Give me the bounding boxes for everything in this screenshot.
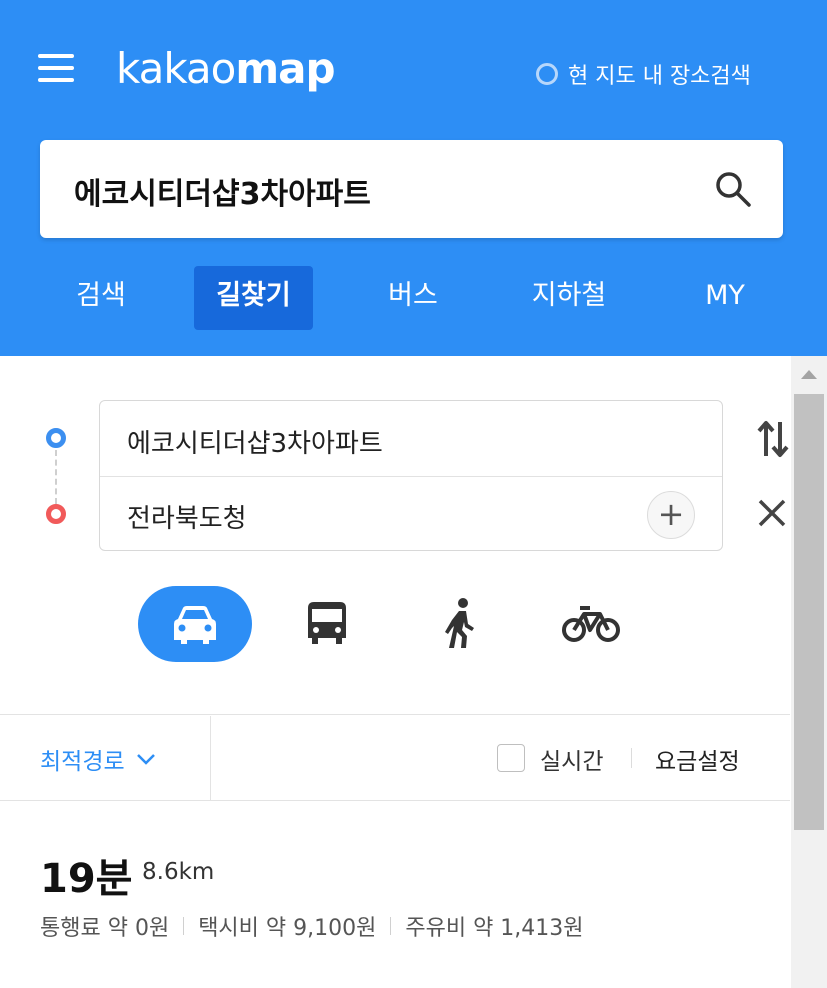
scroll-up-arrow-icon[interactable]	[791, 364, 827, 388]
tab-my[interactable]: MY	[686, 266, 764, 330]
logo-light-text: kakao	[116, 44, 236, 93]
destination-marker-icon	[46, 504, 66, 524]
transport-modes	[0, 586, 790, 666]
taxi-cost: 택시비 약 9,100원	[198, 916, 377, 941]
destination-text[interactable]: 전라북도청	[127, 498, 247, 535]
divider-bottom	[0, 800, 790, 801]
origin-field[interactable]: 에코시티더샵3차아파트	[100, 401, 722, 477]
toll-cost: 통행료 약 0원	[40, 916, 170, 941]
divider-top	[0, 714, 790, 715]
scrollbar-thumb[interactable]	[794, 394, 824, 830]
fuel-cost: 주유비 약 1,413원	[405, 916, 584, 941]
swap-route-icon[interactable]	[756, 418, 790, 460]
scrollbar[interactable]	[791, 356, 827, 988]
route-options-bar: 최적경로 실시간 요금설정	[0, 716, 790, 800]
tab-search[interactable]: 검색	[60, 266, 142, 330]
tab-directions[interactable]: 길찾기	[194, 266, 313, 330]
route-costs: 통행료 약 0원 택시비 약 9,100원 주유비 약 1,413원	[40, 910, 584, 942]
realtime-label[interactable]: 실시간	[540, 742, 603, 776]
kakaomap-logo[interactable]: kakaomap	[116, 44, 336, 93]
best-route-dropdown[interactable]: 최적경로	[40, 742, 157, 776]
main-tabs: 검색 길찾기 버스 지하철 MY	[0, 266, 827, 332]
travel-distance: 8.6km	[142, 859, 215, 885]
bike-icon	[562, 606, 620, 642]
area-search-label: 현 지도 내 장소검색	[568, 64, 751, 89]
search-box[interactable]: 에코시티더샵3차아파트	[40, 140, 783, 238]
realtime-checkbox[interactable]	[497, 744, 525, 772]
mode-bike-button[interactable]	[560, 586, 622, 662]
mode-bus-button[interactable]	[300, 586, 354, 662]
add-waypoint-button[interactable]: +	[647, 491, 695, 539]
options-separator	[631, 748, 632, 768]
destination-field[interactable]: 전라북도청 +	[100, 476, 722, 551]
route-dashed-line	[55, 450, 57, 504]
best-route-label: 최적경로	[40, 749, 125, 775]
route-markers	[45, 428, 67, 528]
car-icon	[174, 606, 216, 644]
travel-time: 19분	[40, 856, 133, 902]
search-icon[interactable]	[713, 169, 753, 209]
search-input[interactable]: 에코시티더샵3차아파트	[74, 169, 371, 213]
hamburger-menu-icon[interactable]	[38, 54, 74, 84]
close-icon[interactable]	[757, 498, 787, 528]
tab-subway[interactable]: 지하철	[515, 266, 623, 330]
route-input-box: 에코시티더샵3차아파트 전라북도청 +	[99, 400, 723, 551]
options-divider	[210, 716, 211, 800]
origin-text[interactable]: 에코시티더샵3차아파트	[127, 423, 383, 460]
chevron-down-icon	[136, 754, 155, 765]
tab-bus[interactable]: 버스	[370, 266, 456, 330]
walk-icon	[445, 598, 474, 648]
cost-separator	[390, 917, 392, 935]
mode-walk-button[interactable]	[436, 586, 486, 662]
radio-circle-icon[interactable]	[536, 63, 558, 85]
origin-marker-icon	[46, 428, 66, 448]
area-search-toggle[interactable]: 현 지도 내 장소검색	[536, 58, 751, 90]
logo-bold-text: map	[235, 44, 335, 93]
mode-car-button[interactable]	[138, 586, 252, 662]
header-bar: kakaomap 현 지도 내 장소검색 에코시티더샵3차아파트 검색 길찾기 …	[0, 0, 827, 356]
fee-setting-link[interactable]: 요금설정	[655, 742, 740, 776]
bus-icon	[308, 602, 346, 644]
cost-separator	[183, 917, 185, 935]
